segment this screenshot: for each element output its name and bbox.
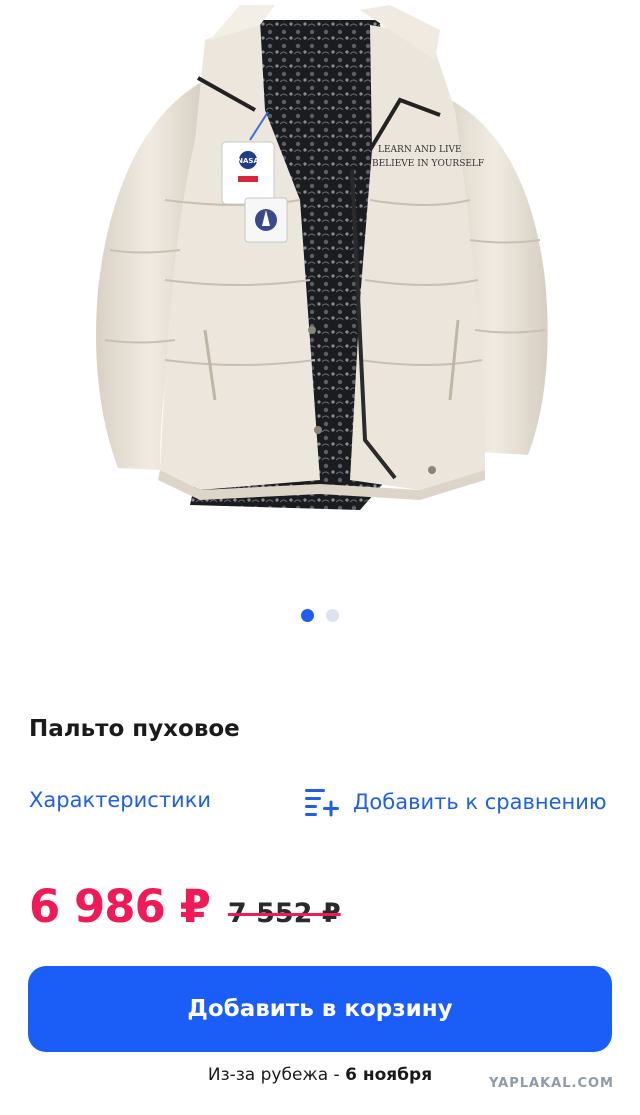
add-to-cart-button[interactable]: Добавить в корзину xyxy=(28,966,612,1052)
pagination-dot-active[interactable] xyxy=(301,609,314,622)
compare-list-add-icon xyxy=(305,789,339,817)
add-to-compare-button[interactable]: Добавить к сравнению xyxy=(303,786,607,818)
product-photo-jacket: LEARN AND LIVE BELIEVE IN YOURSELF NASA xyxy=(96,5,548,510)
product-title: Пальто пуховое xyxy=(29,716,240,742)
price-block: 6 986 ₽ 7 552 ₽ xyxy=(29,880,341,933)
old-price: 7 552 ₽ xyxy=(227,898,341,929)
specifications-link[interactable]: Характеристики xyxy=(29,788,211,812)
tag-brand: NASA xyxy=(237,157,259,165)
current-price: 6 986 ₽ xyxy=(29,880,211,933)
watermark: YAPLAKAL.COM xyxy=(489,1076,614,1091)
jacket-print-line2: BELIEVE IN YOURSELF xyxy=(372,159,484,169)
compare-label: Добавить к сравнению xyxy=(353,790,607,814)
delivery-date: 6 ноября xyxy=(345,1065,433,1085)
gallery-pagination xyxy=(0,609,640,623)
delivery-prefix: Из-за рубежа - xyxy=(207,1065,346,1085)
product-image-gallery[interactable]: LEARN AND LIVE BELIEVE IN YOURSELF NASA xyxy=(0,0,640,590)
jacket-print-line1: LEARN AND LIVE xyxy=(378,145,462,155)
pagination-dot[interactable] xyxy=(326,609,339,622)
